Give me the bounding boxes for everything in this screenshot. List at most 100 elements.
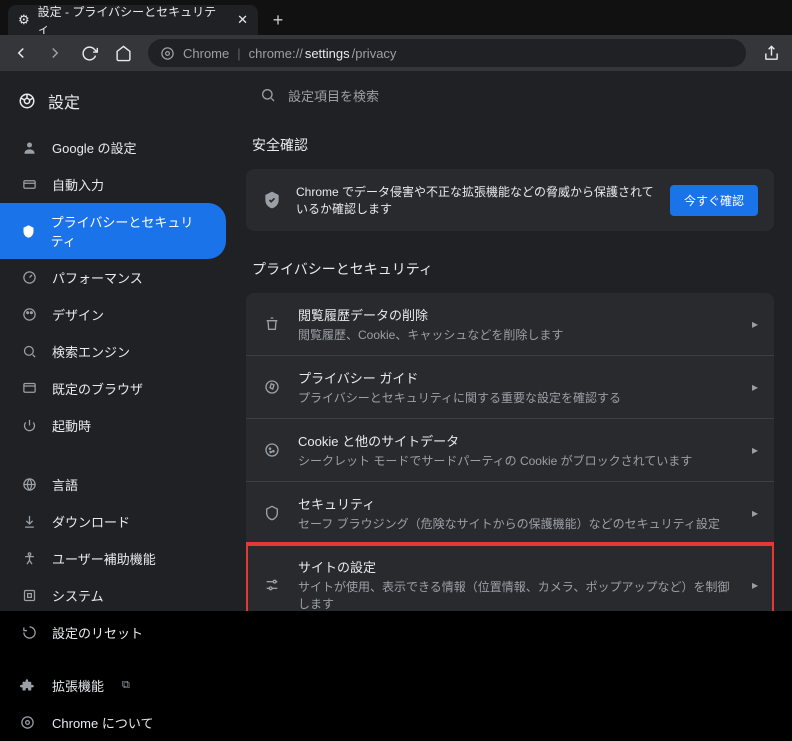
- sidebar-item-startup[interactable]: 起動時: [0, 407, 226, 444]
- url-text: Chrome | chrome://settings/privacy: [183, 46, 396, 61]
- sidebar-item-label: ユーザー補助機能: [52, 549, 156, 568]
- safety-text: Chrome でデータ侵害や不正な拡張機能などの脅威から保護されているか確認しま…: [296, 183, 656, 217]
- sidebar-item-label: パフォーマンス: [52, 268, 143, 287]
- sidebar-item-label: 拡張機能: [52, 676, 104, 695]
- privacy-list: 閲覧履歴データの削除 閲覧履歴、Cookie、キャッシュなどを削除します ▸ プ…: [246, 293, 774, 611]
- sidebar-item-label: 言語: [52, 475, 78, 494]
- sidebar-item-languages[interactable]: 言語: [0, 466, 226, 503]
- sidebar-item-extensions[interactable]: 拡張機能 ⧉: [0, 667, 240, 704]
- speed-icon: [20, 270, 38, 285]
- settings-title: 設定: [48, 89, 80, 113]
- download-icon: [20, 514, 38, 529]
- safety-heading: 安全確認: [252, 135, 774, 155]
- sidebar-item-label: プライバシーとセキュリティ: [51, 212, 206, 250]
- extension-icon: [20, 678, 38, 693]
- sidebar-item-default-browser[interactable]: 既定のブラウザ: [0, 370, 226, 407]
- forward-button[interactable]: [40, 38, 70, 68]
- accessibility-icon: [20, 551, 38, 566]
- row-title: セキュリティ: [298, 494, 736, 513]
- chevron-right-icon: ▸: [752, 317, 758, 331]
- share-button[interactable]: [756, 38, 786, 68]
- row-desc: 閲覧履歴、Cookie、キャッシュなどを削除します: [298, 326, 736, 343]
- new-tab-button[interactable]: +: [264, 6, 292, 34]
- tab-title: 設定 - プライバシーとセキュリティ: [38, 3, 225, 37]
- row-desc: プライバシーとセキュリティに関する重要な設定を確認する: [298, 389, 736, 406]
- shield-icon: [20, 224, 37, 239]
- sidebar-item-label: 自動入力: [52, 175, 104, 194]
- row-desc: セーフ ブラウジング（危険なサイトからの保護機能）などのセキュリティ設定: [298, 515, 736, 532]
- sidebar-item-label: Chrome について: [52, 713, 153, 732]
- shield-icon: [262, 505, 282, 521]
- sidebar-item-label: ダウンロード: [52, 512, 130, 531]
- sidebar-item-google[interactable]: Google の設定: [0, 129, 226, 166]
- url-bar[interactable]: Chrome | chrome://settings/privacy: [148, 39, 746, 67]
- cookie-icon: [262, 442, 282, 458]
- sidebar-item-appearance[interactable]: デザイン: [0, 296, 226, 333]
- chrome-icon: [160, 46, 175, 61]
- gear-icon: ⚙: [18, 12, 30, 28]
- autofill-icon: [20, 177, 38, 192]
- row-title: プライバシー ガイド: [298, 368, 736, 387]
- sidebar-item-about[interactable]: Chrome について: [0, 704, 240, 741]
- sidebar-item-label: 既定のブラウザ: [52, 379, 143, 398]
- close-icon[interactable]: ✕: [237, 12, 248, 28]
- sidebar-item-search-engine[interactable]: 検索エンジン: [0, 333, 226, 370]
- privacy-heading: プライバシーとセキュリティ: [252, 259, 774, 279]
- row-clear-data[interactable]: 閲覧履歴データの削除 閲覧履歴、Cookie、キャッシュなどを削除します ▸: [246, 293, 774, 355]
- search-icon: [20, 344, 38, 359]
- row-cookies[interactable]: Cookie と他のサイトデータ シークレット モードでサードパーティの Coo…: [246, 418, 774, 481]
- sidebar: 設定 Google の設定 自動入力 プライバシーとセキュリティ: [0, 71, 240, 611]
- row-desc: シークレット モードでサードパーティの Cookie がブロックされています: [298, 452, 736, 469]
- sidebar-item-reset[interactable]: 設定のリセット: [0, 614, 226, 651]
- browser-icon: [20, 381, 38, 396]
- trash-icon: [262, 316, 282, 332]
- sidebar-item-privacy[interactable]: プライバシーとセキュリティ: [0, 203, 226, 259]
- row-privacy-guide[interactable]: プライバシー ガイド プライバシーとセキュリティに関する重要な設定を確認する ▸: [246, 355, 774, 418]
- home-button[interactable]: [108, 38, 138, 68]
- sidebar-item-label: 起動時: [52, 416, 91, 435]
- navbar: Chrome | chrome://settings/privacy: [0, 35, 792, 71]
- sidebar-item-performance[interactable]: パフォーマンス: [0, 259, 226, 296]
- search-placeholder: 設定項目を検索: [288, 86, 379, 105]
- row-desc: サイトが使用、表示できる情報（位置情報、カメラ、ポップアップなど）を制御します: [298, 578, 736, 611]
- safety-card: Chrome でデータ侵害や不正な拡張機能などの脅威から保護されているか確認しま…: [246, 169, 774, 231]
- open-external-icon: ⧉: [122, 679, 130, 692]
- sidebar-item-system[interactable]: システム: [0, 577, 226, 614]
- check-now-button[interactable]: 今すぐ確認: [670, 185, 758, 216]
- sidebar-item-label: Google の設定: [52, 138, 137, 157]
- sidebar-item-label: 設定のリセット: [52, 623, 143, 642]
- chrome-icon: [20, 715, 38, 730]
- compass-icon: [262, 379, 282, 395]
- power-icon: [20, 418, 38, 433]
- back-button[interactable]: [6, 38, 36, 68]
- sidebar-item-label: 検索エンジン: [52, 342, 130, 361]
- row-title: サイトの設定: [298, 557, 736, 576]
- chevron-right-icon: ▸: [752, 443, 758, 457]
- shield-check-icon: [262, 190, 282, 210]
- chrome-icon: [18, 92, 36, 110]
- settings-header: 設定: [0, 79, 240, 123]
- palette-icon: [20, 307, 38, 322]
- row-security[interactable]: セキュリティ セーフ ブラウジング（危険なサイトからの保護機能）などのセキュリテ…: [246, 481, 774, 544]
- sidebar-item-autofill[interactable]: 自動入力: [0, 166, 226, 203]
- row-site-settings[interactable]: サイトの設定 サイトが使用、表示できる情報（位置情報、カメラ、ポップアップなど）…: [246, 544, 774, 611]
- sidebar-item-downloads[interactable]: ダウンロード: [0, 503, 226, 540]
- row-title: 閲覧履歴データの削除: [298, 305, 736, 324]
- reset-icon: [20, 625, 38, 640]
- search-icon: [260, 87, 276, 103]
- browser-tab[interactable]: ⚙ 設定 - プライバシーとセキュリティ ✕: [8, 5, 258, 35]
- tune-icon: [262, 577, 282, 593]
- chevron-right-icon: ▸: [752, 578, 758, 592]
- globe-icon: [20, 477, 38, 492]
- search-bar[interactable]: 設定項目を検索: [246, 77, 774, 113]
- row-title: Cookie と他のサイトデータ: [298, 431, 736, 450]
- chevron-right-icon: ▸: [752, 506, 758, 520]
- main-content: 設定項目を検索 安全確認 Chrome でデータ侵害や不正な拡張機能などの脅威か…: [240, 71, 792, 611]
- system-icon: [20, 588, 38, 603]
- chevron-right-icon: ▸: [752, 380, 758, 394]
- reload-button[interactable]: [74, 38, 104, 68]
- sidebar-item-label: システム: [52, 586, 104, 605]
- person-icon: [20, 140, 38, 155]
- titlebar: ⚙ 設定 - プライバシーとセキュリティ ✕ +: [0, 0, 792, 35]
- sidebar-item-accessibility[interactable]: ユーザー補助機能: [0, 540, 226, 577]
